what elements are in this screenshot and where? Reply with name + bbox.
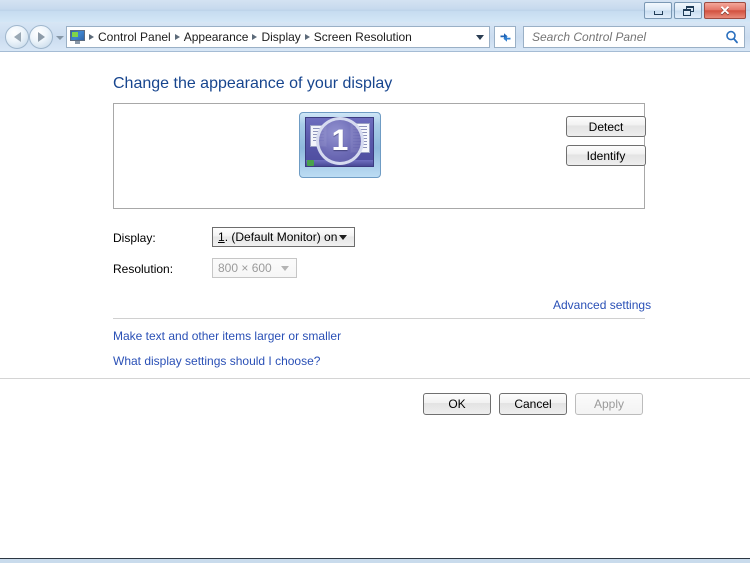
breadcrumb-separator-icon <box>89 34 94 40</box>
search-icon[interactable] <box>724 29 740 45</box>
breadcrumb-separator-icon <box>174 34 180 40</box>
search-input[interactable] <box>530 29 722 45</box>
detect-button[interactable]: Detect <box>566 116 646 137</box>
page-title: Change the appearance of your display <box>113 75 393 92</box>
apply-button: Apply <box>575 393 643 415</box>
refresh-button[interactable] <box>494 26 516 48</box>
identify-button[interactable]: Identify <box>566 145 646 166</box>
resolution-select[interactable]: 800 × 600 <box>212 258 297 278</box>
resolution-label: Resolution: <box>113 262 174 276</box>
restore-icon <box>682 5 694 16</box>
monitor-preview-1[interactable]: 1 <box>299 112 381 178</box>
display-select[interactable]: 1. (Default Monitor) on <box>212 227 355 247</box>
close-button[interactable]: ✕ <box>704 2 746 19</box>
display-label: Display: <box>113 231 156 245</box>
display-select-accesskey: 1 <box>218 230 225 244</box>
display-select-value-text: . (Default Monitor) on <box>224 230 338 244</box>
title-bar: ✕ <box>0 0 750 22</box>
chevron-down-icon[interactable] <box>339 235 347 240</box>
breadcrumb-item-display[interactable]: Display <box>258 27 303 47</box>
taskbar-surface <box>0 559 750 563</box>
address-bar[interactable]: Control Panel Appearance Display Screen … <box>66 26 490 48</box>
back-arrow-icon <box>13 32 21 42</box>
breadcrumb-item-appearance[interactable]: Appearance <box>181 27 252 47</box>
chevron-down-icon[interactable] <box>281 266 289 271</box>
back-button[interactable] <box>5 25 29 49</box>
content-divider <box>113 318 645 319</box>
search-box[interactable] <box>523 26 745 48</box>
ok-button[interactable]: OK <box>423 393 491 415</box>
window-controls: ✕ <box>644 2 746 19</box>
mock-start-button-icon <box>307 160 314 166</box>
close-icon: ✕ <box>719 3 731 18</box>
restore-button[interactable] <box>674 2 702 19</box>
address-toolbar: Control Panel Appearance Display Screen … <box>0 22 750 52</box>
control-panel-icon <box>70 30 86 44</box>
monitor-number-badge: 1 <box>316 117 364 165</box>
resolution-select-value: 800 × 600 <box>218 261 272 275</box>
refresh-icon <box>500 32 510 42</box>
breadcrumb-separator-icon <box>304 34 310 40</box>
forward-arrow-icon <box>37 32 45 42</box>
what-display-settings-link[interactable]: What display settings should I choose? <box>113 354 320 368</box>
breadcrumb-separator-icon <box>252 34 258 40</box>
recent-pages-chevron-down-icon[interactable] <box>56 36 64 40</box>
content-area: Change the appearance of your display 1 <box>0 53 750 378</box>
forward-button[interactable] <box>29 25 53 49</box>
cancel-button[interactable]: Cancel <box>499 393 567 415</box>
minimize-button[interactable] <box>644 2 672 19</box>
display-select-value: 1. (Default Monitor) on <box>218 230 337 244</box>
desktop-bottom-edge <box>0 552 750 563</box>
minimize-icon <box>653 10 663 15</box>
address-dropdown-chevron-down-icon[interactable] <box>476 35 484 40</box>
make-text-larger-link[interactable]: Make text and other items larger or smal… <box>113 329 341 343</box>
footer-bar: OK Cancel Apply <box>0 378 750 552</box>
breadcrumb-item-screen-resolution[interactable]: Screen Resolution <box>311 27 415 47</box>
breadcrumb-item-control-panel[interactable]: Control Panel <box>95 27 174 47</box>
screen-resolution-window: ✕ Control Panel Appearance Display Scree… <box>0 0 750 552</box>
display-preview-panel: 1 Detect Identify <box>113 103 646 209</box>
advanced-settings-link[interactable]: Advanced settings <box>553 298 651 312</box>
